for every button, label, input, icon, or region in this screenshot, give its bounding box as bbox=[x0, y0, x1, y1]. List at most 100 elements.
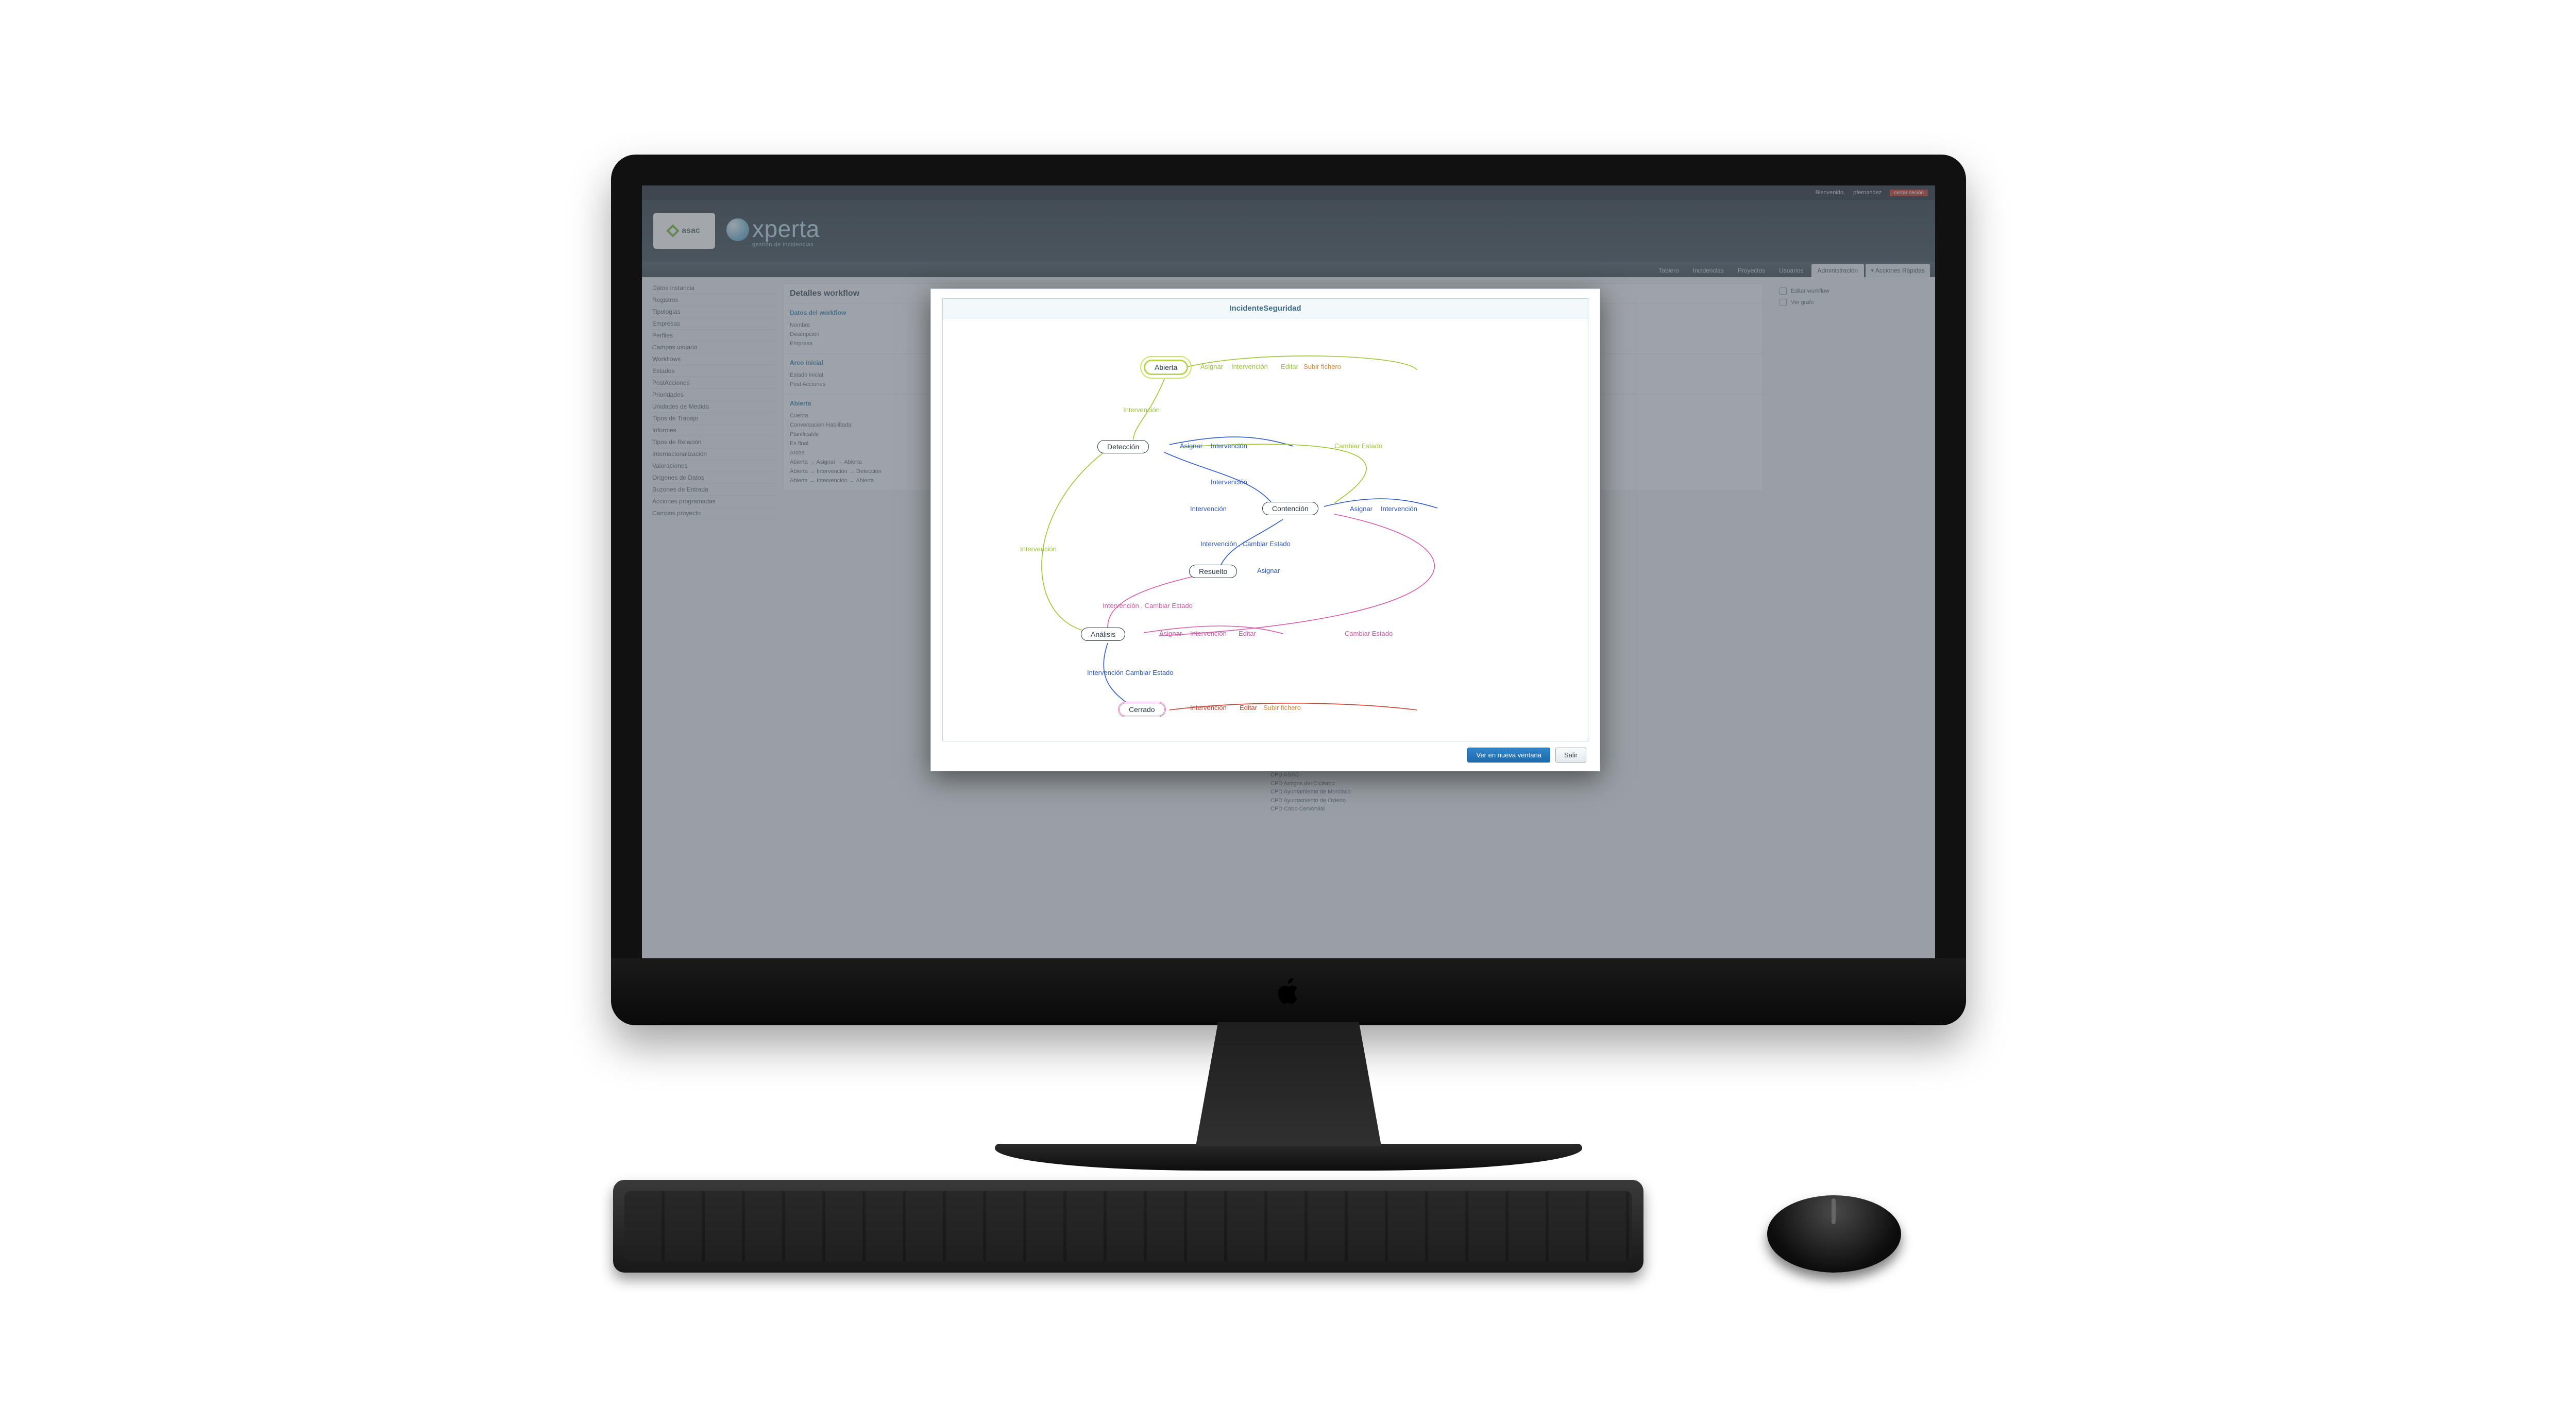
sidenav-item[interactable]: Campos usuario bbox=[650, 342, 776, 353]
sidenav-item[interactable]: Acciones programadas bbox=[650, 496, 776, 507]
monitor-base bbox=[995, 1144, 1582, 1171]
apple-logo-icon bbox=[1277, 978, 1300, 1006]
edge-label: Subir fichero bbox=[1263, 704, 1301, 712]
app-logo-tagline: gestión de incidencias bbox=[752, 242, 820, 248]
sidenav-item[interactable]: Campos proyecto bbox=[650, 507, 776, 519]
app-logo-text: xperta bbox=[752, 215, 820, 242]
edit-workflow-link[interactable]: Editar workflow bbox=[1780, 285, 1926, 297]
monitor-neck bbox=[1196, 1022, 1381, 1146]
graph-panel: IncidenteSeguridad bbox=[942, 298, 1588, 741]
sidenav-item[interactable]: Datos instancia bbox=[650, 282, 776, 294]
group-item: CPD ASAC bbox=[1270, 771, 1351, 780]
edge-label: Intervención , Cambiar Estado bbox=[1200, 540, 1291, 548]
main-nav: Tablero Incidencias Proyectos Usuarios A… bbox=[642, 262, 1935, 277]
edge-label: Intervención bbox=[1190, 630, 1227, 637]
edge-label: Intervención bbox=[1211, 478, 1247, 486]
screen: Bienvenido, pfernandez cerrar sesión asa… bbox=[642, 185, 1935, 958]
edge-label: Cambiar Estado bbox=[1334, 442, 1382, 450]
edge-label: Intervención bbox=[1020, 545, 1057, 553]
workflow-graph-modal: IncidenteSeguridad bbox=[930, 289, 1600, 771]
nav-tab[interactable]: Usuarios bbox=[1773, 264, 1809, 277]
sidenav-item[interactable]: Informes bbox=[650, 425, 776, 436]
edge-label: Subir fichero bbox=[1303, 363, 1341, 370]
group-item: CPD Ayuntamiento de Oviedo bbox=[1270, 797, 1351, 805]
edge-label: Intervención bbox=[1231, 363, 1268, 370]
logout-button[interactable]: cerrar sesión bbox=[1890, 190, 1928, 196]
edge-label: Intervención , Cambiar Estado bbox=[1103, 602, 1193, 610]
graph-title: IncidenteSeguridad bbox=[943, 299, 1588, 318]
sidenav-item[interactable]: Empresas bbox=[650, 318, 776, 330]
keyboard-icon bbox=[613, 1180, 1643, 1273]
edge-label: Editar bbox=[1240, 704, 1257, 712]
edge-label: Intervención bbox=[1123, 406, 1160, 414]
sidenav-item[interactable]: PostAcciones bbox=[650, 377, 776, 389]
nav-tab[interactable]: Incidencias bbox=[1687, 264, 1730, 277]
graph-edges bbox=[943, 318, 1588, 741]
sidenav-item[interactable]: Perfiles bbox=[650, 330, 776, 342]
group-item: CPD Cabo Cervorvial bbox=[1270, 805, 1351, 814]
quick-actions-menu[interactable]: Acciones Rápidas bbox=[1866, 264, 1930, 277]
sidenav-item[interactable]: Tipologías bbox=[650, 306, 776, 318]
mouse-icon bbox=[1767, 1195, 1901, 1273]
edge-label: Asignar bbox=[1200, 363, 1223, 370]
sidenav-item[interactable]: Workflows bbox=[650, 353, 776, 365]
node-cerrado[interactable]: Cerrado bbox=[1118, 702, 1166, 717]
sidenav-item[interactable]: Estados bbox=[650, 365, 776, 377]
node-abierta[interactable]: Abierta bbox=[1144, 360, 1188, 375]
modal-button-row: Ver en nueva ventana Salir bbox=[942, 741, 1588, 766]
edge-label: Asignar bbox=[1257, 567, 1280, 574]
node-resuelto[interactable]: Resuelto bbox=[1189, 565, 1237, 578]
edge-label: Editar bbox=[1239, 630, 1256, 637]
edge-label: Intervención bbox=[1190, 505, 1227, 513]
edge-label: Intervención bbox=[1381, 505, 1417, 513]
sidenav-item[interactable]: Buzones de Entrada bbox=[650, 484, 776, 496]
group-item: CPD Ayuntamiento de Morcinco bbox=[1270, 788, 1351, 797]
asac-logo: asac bbox=[653, 213, 715, 249]
edit-icon bbox=[1780, 287, 1787, 295]
sidenav-item[interactable]: Valoraciones bbox=[650, 460, 776, 472]
app-logo-icon bbox=[726, 218, 749, 241]
edge-label: Intervención Cambiar Estado bbox=[1087, 669, 1174, 676]
monitor-chin bbox=[611, 958, 1966, 1025]
modal-content: IncidenteSeguridad bbox=[931, 289, 1600, 771]
close-modal-button[interactable]: Salir bbox=[1555, 748, 1586, 763]
app-logo: xperta gestión de incidencias bbox=[726, 214, 820, 248]
view-graph-link[interactable]: Ver grafo bbox=[1780, 297, 1926, 308]
right-actions: Editar workflow Ver grafo bbox=[1770, 277, 1935, 958]
sidenav-item[interactable]: Prioridades bbox=[650, 389, 776, 401]
asac-logo-text: asac bbox=[682, 226, 700, 235]
edge-label: Cambiar Estado bbox=[1345, 630, 1393, 637]
sidenav-item[interactable]: Tipos de Trabajo bbox=[650, 413, 776, 425]
top-strip: Bienvenido, pfernandez cerrar sesión bbox=[642, 185, 1935, 200]
graph-icon bbox=[1780, 299, 1787, 306]
device-mockup: Bienvenido, pfernandez cerrar sesión asa… bbox=[611, 155, 1966, 1171]
edge-label: Editar bbox=[1281, 363, 1298, 370]
edge-label: Asignar bbox=[1180, 442, 1202, 450]
group-item: CPD Amigos del Ciclismo bbox=[1270, 780, 1351, 788]
edge-label: Intervención bbox=[1211, 442, 1247, 450]
sidenav-item[interactable]: Internacionalización bbox=[650, 448, 776, 460]
node-analisis[interactable]: Análisis bbox=[1081, 628, 1125, 641]
sidenav-item[interactable]: Orígenes de Datos bbox=[650, 472, 776, 484]
node-contencion[interactable]: Contención bbox=[1262, 502, 1318, 515]
node-deteccion[interactable]: Detección bbox=[1097, 440, 1149, 453]
brand-bar: asac xperta gestión de incidencias bbox=[642, 200, 1935, 262]
nav-tab[interactable]: Proyectos bbox=[1732, 264, 1771, 277]
workflow-graph: Abierta Detección Contención Resuelto An… bbox=[943, 318, 1588, 741]
current-user: pfernandez bbox=[1853, 190, 1882, 196]
view-graph-label: Ver grafo bbox=[1791, 299, 1814, 306]
nav-tab[interactable]: Tablero bbox=[1652, 264, 1685, 277]
sidenav-item[interactable]: Tipos de Relación bbox=[650, 436, 776, 448]
edit-workflow-label: Editar workflow bbox=[1791, 288, 1829, 294]
asac-logo-icon bbox=[666, 224, 679, 237]
edge-label: Intervención bbox=[1190, 704, 1227, 712]
welcome-label: Bienvenido, bbox=[1816, 190, 1845, 196]
sidenav-item[interactable]: Unidades de Medida bbox=[650, 401, 776, 413]
admin-sidenav: Datos instancia Registros Tipologías Emp… bbox=[642, 277, 776, 958]
open-new-window-button[interactable]: Ver en nueva ventana bbox=[1467, 748, 1550, 763]
edge-label: Asignar bbox=[1350, 505, 1372, 513]
monitor-bezel: Bienvenido, pfernandez cerrar sesión asa… bbox=[611, 155, 1966, 1025]
edge-label: Asignar bbox=[1159, 630, 1182, 637]
nav-tab-active[interactable]: Administración bbox=[1811, 264, 1865, 277]
sidenav-item[interactable]: Registros bbox=[650, 294, 776, 306]
